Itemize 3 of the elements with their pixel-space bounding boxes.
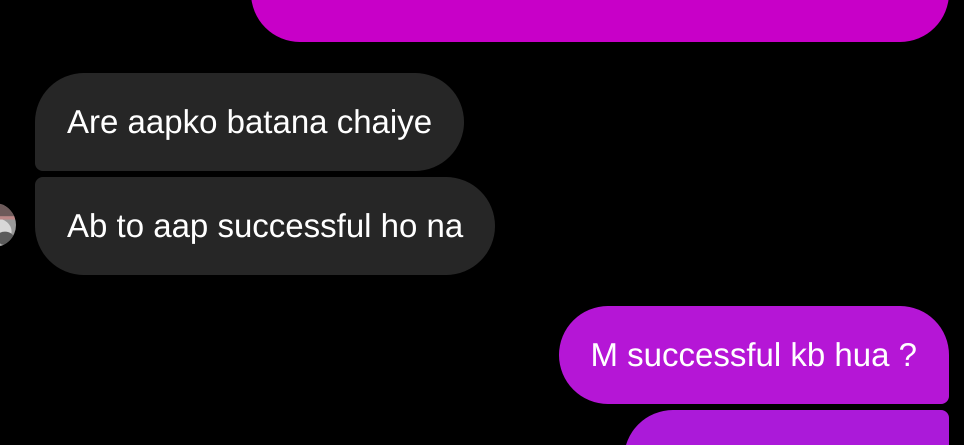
message-bubble: M successful kb hua ?: [558, 306, 949, 404]
message-bubble: Are aapko batana chaiye: [35, 73, 464, 171]
message-bubble: Ab to aap successful ho na: [35, 177, 496, 275]
